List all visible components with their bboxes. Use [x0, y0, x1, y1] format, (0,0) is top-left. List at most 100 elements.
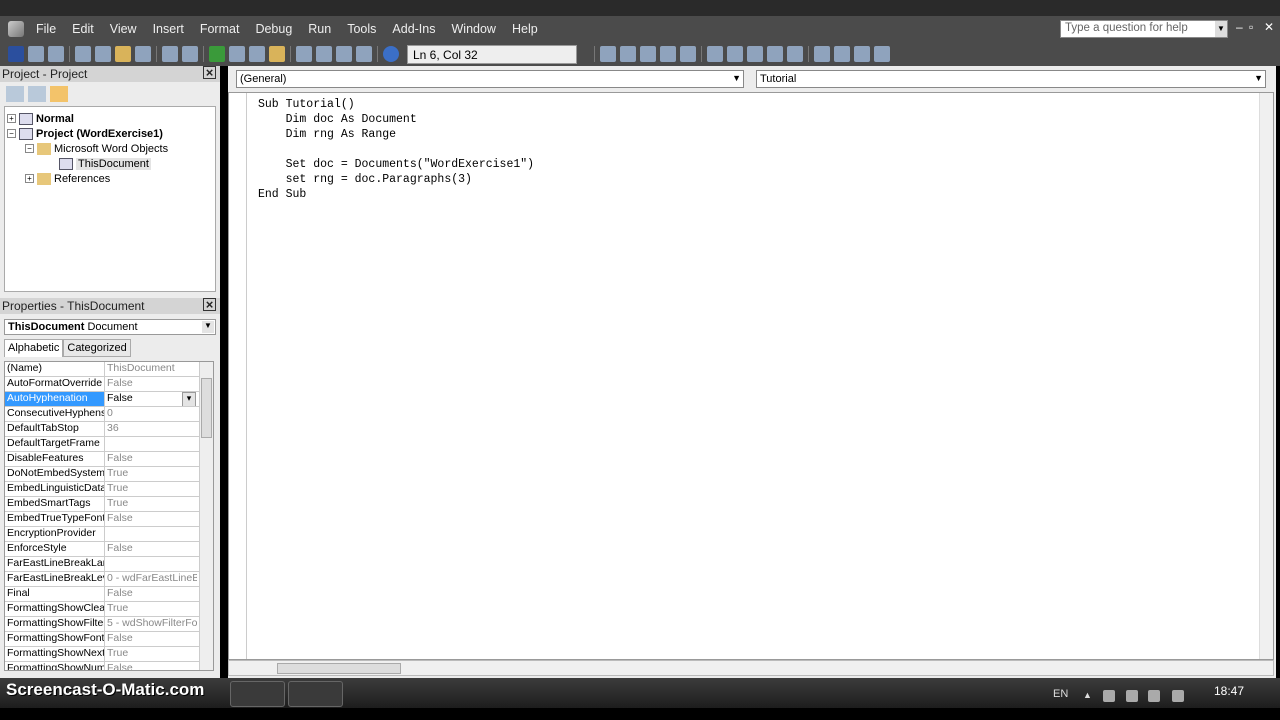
save-icon[interactable]	[48, 46, 64, 62]
property-value[interactable]: 0	[105, 407, 197, 421]
property-name[interactable]: DefaultTabStop	[5, 422, 105, 436]
property-row[interactable]: DoNotEmbedSystemF True	[5, 467, 213, 482]
property-name[interactable]: DisableFeatures	[5, 452, 105, 466]
property-name[interactable]: DefaultTargetFrame	[5, 437, 105, 451]
close-icon[interactable]: ×	[203, 298, 216, 311]
tree-node-normal[interactable]: + Normal	[7, 111, 213, 126]
chevron-down-icon[interactable]: ▼	[732, 73, 741, 83]
property-row[interactable]: EmbedSmartTags True	[5, 497, 213, 512]
property-value[interactable]: False	[105, 452, 197, 466]
property-value[interactable]	[105, 557, 197, 571]
property-name[interactable]: FormattingShowClear	[5, 602, 105, 616]
property-row[interactable]: FormattingShowFilter 5 - wdShowFilterFor	[5, 617, 213, 632]
property-value[interactable]: True	[105, 482, 197, 496]
cut-icon[interactable]	[75, 46, 91, 62]
copy-icon[interactable]	[95, 46, 111, 62]
property-value[interactable]: False	[105, 542, 197, 556]
menu-tools[interactable]: Tools	[347, 22, 376, 36]
property-value[interactable]	[105, 437, 197, 451]
vba-app-icon[interactable]	[8, 21, 24, 37]
property-row[interactable]: ConsecutiveHyphensL 0	[5, 407, 213, 422]
expand-icon[interactable]: +	[7, 114, 16, 123]
clear-bookmarks-icon[interactable]	[874, 46, 890, 62]
tree-node-project[interactable]: − Project (WordExercise1)	[7, 126, 213, 141]
code-editor[interactable]: Sub Tutorial() Dim doc As Document Dim r…	[228, 92, 1274, 660]
redo-icon[interactable]	[182, 46, 198, 62]
property-name[interactable]: Final	[5, 587, 105, 601]
toolbox-icon[interactable]	[356, 46, 372, 62]
paste-icon[interactable]	[115, 46, 131, 62]
complete-word-icon[interactable]	[680, 46, 696, 62]
toggle-breakpoint-icon[interactable]	[747, 46, 763, 62]
menu-run[interactable]: Run	[308, 22, 331, 36]
margin-indicator-bar[interactable]	[229, 93, 247, 659]
undo-icon[interactable]	[162, 46, 178, 62]
expand-icon[interactable]: +	[25, 174, 34, 183]
code-text[interactable]: Sub Tutorial() Dim doc As Document Dim r…	[258, 97, 534, 202]
property-row[interactable]: (Name) ThisDocument	[5, 362, 213, 377]
action-center-icon[interactable]	[1103, 690, 1115, 702]
procedure-combo[interactable]: Tutorial ▼	[756, 70, 1266, 88]
close-button[interactable]: ✕	[1264, 20, 1274, 34]
menu-help[interactable]: Help	[512, 22, 538, 36]
property-value[interactable]: False	[105, 512, 197, 526]
property-value[interactable]: ThisDocument	[105, 362, 197, 376]
tree-node-word-objects[interactable]: − Microsoft Word Objects	[7, 141, 213, 156]
property-row[interactable]: FarEastLineBreakLang	[5, 557, 213, 572]
property-value[interactable]: False	[105, 662, 197, 670]
tree-node-references[interactable]: + References	[7, 171, 213, 186]
property-name[interactable]: FormattingShowNumb	[5, 662, 105, 670]
show-hidden-icons-icon[interactable]: ▲	[1083, 690, 1092, 702]
property-name[interactable]: FormattingShowFont	[5, 632, 105, 646]
parameter-info-icon[interactable]	[660, 46, 676, 62]
restore-button[interactable]: ▫	[1249, 20, 1253, 34]
property-name[interactable]: EncryptionProvider	[5, 527, 105, 541]
object-combo[interactable]: (General) ▼	[236, 70, 744, 88]
property-name[interactable]: DoNotEmbedSystemF	[5, 467, 105, 481]
taskbar-word-button[interactable]	[230, 681, 285, 707]
quick-info-icon[interactable]	[640, 46, 656, 62]
minimize-button[interactable]: –	[1236, 20, 1243, 34]
menu-file[interactable]: File	[36, 22, 56, 36]
property-value[interactable]: False	[105, 377, 197, 391]
design-mode-icon[interactable]	[269, 46, 285, 62]
clock[interactable]: 18:47	[1214, 684, 1244, 698]
scrollbar-thumb[interactable]	[277, 663, 401, 674]
property-row[interactable]: EmbedTrueTypeFonts False	[5, 512, 213, 527]
uncomment-block-icon[interactable]	[787, 46, 803, 62]
help-search-input[interactable]: Type a question for help ▼	[1060, 20, 1228, 38]
tab-categorized[interactable]: Categorized	[63, 339, 131, 357]
vertical-scrollbar[interactable]	[199, 362, 213, 670]
indent-icon[interactable]	[707, 46, 723, 62]
help-icon[interactable]	[383, 46, 399, 62]
property-name[interactable]: FarEastLineBreakLang	[5, 557, 105, 571]
object-browser-icon[interactable]	[336, 46, 352, 62]
collapse-icon[interactable]: −	[7, 129, 16, 138]
code-line[interactable]: Set doc = Documents("WordExercise1")	[258, 157, 534, 172]
menu-insert[interactable]: Insert	[153, 22, 184, 36]
chevron-down-icon[interactable]: ▼	[202, 321, 214, 333]
property-value[interactable]: False	[105, 632, 197, 646]
code-line[interactable]: Sub Tutorial()	[258, 97, 534, 112]
property-row[interactable]: FormattingShowClear True	[5, 602, 213, 617]
property-row[interactable]: AutoHyphenation False	[5, 392, 213, 407]
tree-node-thisdocument[interactable]: ThisDocument	[7, 156, 213, 171]
property-name[interactable]: EmbedSmartTags	[5, 497, 105, 511]
comment-block-icon[interactable]	[767, 46, 783, 62]
property-name[interactable]: ConsecutiveHyphensL	[5, 407, 105, 421]
property-name[interactable]: AutoFormatOverride	[5, 377, 105, 391]
prev-bookmark-icon[interactable]	[854, 46, 870, 62]
object-selector[interactable]: ThisDocument Document ▼	[4, 319, 216, 335]
code-line[interactable]: Dim rng As Range	[258, 127, 534, 142]
property-row[interactable]: DefaultTargetFrame	[5, 437, 213, 452]
properties-window-icon[interactable]	[316, 46, 332, 62]
menu-window[interactable]: Window	[452, 22, 496, 36]
property-value[interactable]: 0 - wdFarEastLineBr	[105, 572, 197, 586]
break-icon[interactable]	[229, 46, 245, 62]
property-name[interactable]: EnforceStyle	[5, 542, 105, 556]
list-constants-icon[interactable]	[620, 46, 636, 62]
view-object-icon[interactable]	[28, 86, 46, 102]
menu-format[interactable]: Format	[200, 22, 240, 36]
word-icon[interactable]	[8, 46, 24, 62]
run-icon[interactable]	[209, 46, 225, 62]
